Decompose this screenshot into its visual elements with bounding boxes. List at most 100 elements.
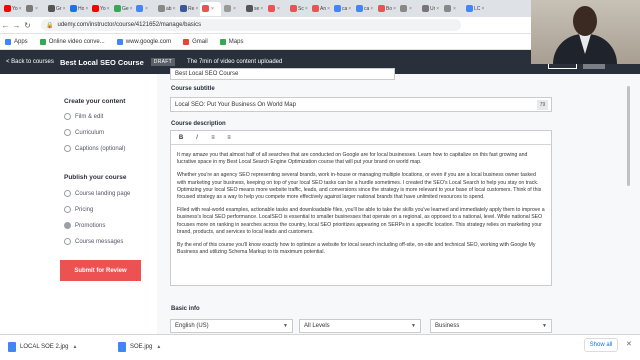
subtitle-value: Local SEO: Put Your Business On World Ma… — [175, 101, 296, 108]
browser-tab[interactable]: ca × — [354, 2, 375, 16]
chevron-up-icon[interactable]: ▲ — [156, 344, 161, 350]
tab-close-icon[interactable]: × — [453, 6, 456, 12]
tab-close-icon[interactable]: × — [393, 6, 396, 12]
sidebar-item-captions[interactable]: Captions (optional) — [64, 145, 125, 152]
sidebar-item-pricing[interactable]: Pricing — [64, 206, 93, 213]
back-to-courses-link[interactable]: < Back to courses — [0, 59, 58, 65]
tab-favicon-icon — [312, 5, 319, 12]
tab-favicon-icon — [334, 5, 341, 12]
back-arrow-icon[interactable]: ← — [0, 21, 11, 30]
bookmark-item[interactable]: Maps — [219, 38, 244, 45]
tab-close-icon[interactable]: × — [35, 6, 38, 12]
browser-tab[interactable]: Gr × — [46, 2, 67, 16]
tab-close-icon[interactable]: × — [277, 6, 280, 12]
submit-for-review-button[interactable]: Submit for Review — [60, 260, 141, 281]
url-field[interactable]: 🔒 udemy.com/instructor/course/4121652/ma… — [41, 19, 461, 31]
sidebar-item-landing-page[interactable]: Course landing page — [64, 190, 130, 197]
reload-icon[interactable]: ↻ — [22, 21, 33, 30]
tab-favicon-icon — [444, 5, 451, 12]
numbered-list-icon[interactable]: ≡ — [209, 135, 217, 141]
browser-tab[interactable]: LC × — [464, 2, 485, 16]
forward-arrow-icon[interactable]: → — [11, 21, 22, 30]
tab-favicon-icon — [466, 5, 473, 12]
browser-tab[interactable]: Ge × — [112, 2, 133, 16]
subtitle-field[interactable]: Local SEO: Put Your Business On World Ma… — [170, 97, 552, 112]
browser-tab[interactable]: An × — [310, 2, 331, 16]
tab-close-icon[interactable]: × — [305, 6, 308, 12]
browser-tab[interactable]: Bo × — [376, 2, 397, 16]
step-radio-icon — [64, 113, 71, 120]
italic-button[interactable]: I — [193, 135, 201, 141]
tab-close-icon[interactable]: × — [370, 6, 373, 12]
course-title-field[interactable]: Best Local SEO Course — [170, 68, 395, 80]
browser-tab[interactable]: × — [398, 2, 419, 16]
tab-close-icon[interactable]: × — [85, 6, 88, 12]
tab-close-icon[interactable]: × — [173, 6, 176, 12]
bold-button[interactable]: B — [177, 135, 185, 141]
close-icon[interactable]: ✕ — [626, 340, 632, 348]
browser-tab[interactable]: × — [24, 2, 45, 16]
browser-tab[interactable]: Ur × — [420, 2, 441, 16]
show-all-downloads-button[interactable]: Show all — [584, 338, 618, 352]
tab-close-icon[interactable]: × — [107, 6, 110, 12]
tab-close-icon[interactable]: × — [436, 6, 439, 12]
tab-label: ab — [166, 5, 172, 12]
tab-favicon-icon — [268, 5, 275, 12]
sidebar-item-label: Pricing — [75, 206, 94, 213]
tab-label: Yo — [12, 5, 18, 12]
sidebar-item-curriculum[interactable]: Curriculum — [64, 129, 104, 136]
sidebar-item-messages[interactable]: Course messages — [64, 238, 123, 245]
browser-tab[interactable]: Yo × — [2, 2, 23, 16]
level-select[interactable]: All Levels ▼ — [299, 319, 421, 333]
category-select[interactable]: Business ▼ — [430, 319, 552, 333]
tab-close-icon[interactable]: × — [195, 6, 198, 12]
tab-close-icon[interactable]: × — [327, 6, 330, 12]
browser-tab[interactable]: ab × — [156, 2, 177, 16]
browser-tab[interactable]: × — [222, 2, 243, 16]
sidebar-item-promotions[interactable]: Promotions — [64, 222, 105, 229]
language-value: English (US) — [175, 323, 209, 329]
bookmark-item[interactable]: Gmail — [183, 38, 208, 45]
tab-close-icon[interactable]: × — [63, 6, 66, 12]
url-text: udemy.com/instructor/course/4121652/mana… — [57, 22, 202, 28]
download-item[interactable]: SOE.jpg ▲ — [118, 342, 161, 352]
browser-tab[interactable]: × — [266, 2, 287, 16]
tab-close-icon[interactable]: × — [409, 6, 412, 12]
tab-close-icon[interactable]: × — [130, 6, 133, 12]
tab-close-icon[interactable]: × — [481, 6, 484, 12]
tab-close-icon[interactable]: × — [19, 6, 22, 12]
description-label: Course description — [171, 121, 226, 127]
step-radio-icon — [64, 190, 71, 197]
download-item[interactable]: LOCAL SOE 2.jpg ▲ — [8, 342, 77, 352]
char-count-badge: 79 — [537, 100, 548, 110]
chevron-up-icon[interactable]: ▲ — [72, 344, 77, 350]
tab-close-icon[interactable]: × — [233, 6, 236, 12]
tab-close-icon[interactable]: × — [348, 6, 351, 12]
tab-close-icon[interactable]: × — [145, 6, 148, 12]
sidebar-item-film-edit[interactable]: Film & edit — [64, 113, 103, 120]
browser-tab[interactable]: Sc × — [288, 2, 309, 16]
tab-close-icon[interactable]: × — [260, 6, 263, 12]
bookmark-item[interactable]: www.google.com — [116, 38, 171, 45]
page-scrollbar[interactable] — [627, 86, 630, 186]
tab-close-icon[interactable]: × — [211, 6, 214, 12]
bookmark-icon — [183, 38, 190, 45]
browser-tab[interactable]: Yo × — [90, 2, 111, 16]
browser-tab[interactable]: Re × — [178, 2, 199, 16]
bookmark-item[interactable]: Apps — [5, 38, 28, 45]
browser-tab[interactable]: se × — [244, 2, 265, 16]
description-editor[interactable]: B I ≡ ≡ It may amaze you that almost hal… — [170, 130, 552, 286]
language-select[interactable]: English (US) ▼ — [170, 319, 293, 333]
chevron-down-icon: ▼ — [542, 323, 547, 329]
presenter-head — [573, 6, 597, 36]
bookmark-item[interactable]: Online video conve... — [39, 38, 105, 45]
description-text[interactable]: It may amaze you that almost half of all… — [171, 145, 551, 256]
browser-tab[interactable]: Ho × — [68, 2, 89, 16]
bookmark-label: Maps — [228, 38, 244, 45]
browser-tab[interactable]: × — [442, 2, 463, 16]
browser-tab[interactable]: ca × — [332, 2, 353, 16]
bullet-list-icon[interactable]: ≡ — [225, 135, 233, 141]
upload-status: The 7min of video content uploaded — [186, 59, 283, 65]
browser-tab[interactable]: × — [200, 1, 221, 16]
browser-tab[interactable]: × — [134, 2, 155, 16]
